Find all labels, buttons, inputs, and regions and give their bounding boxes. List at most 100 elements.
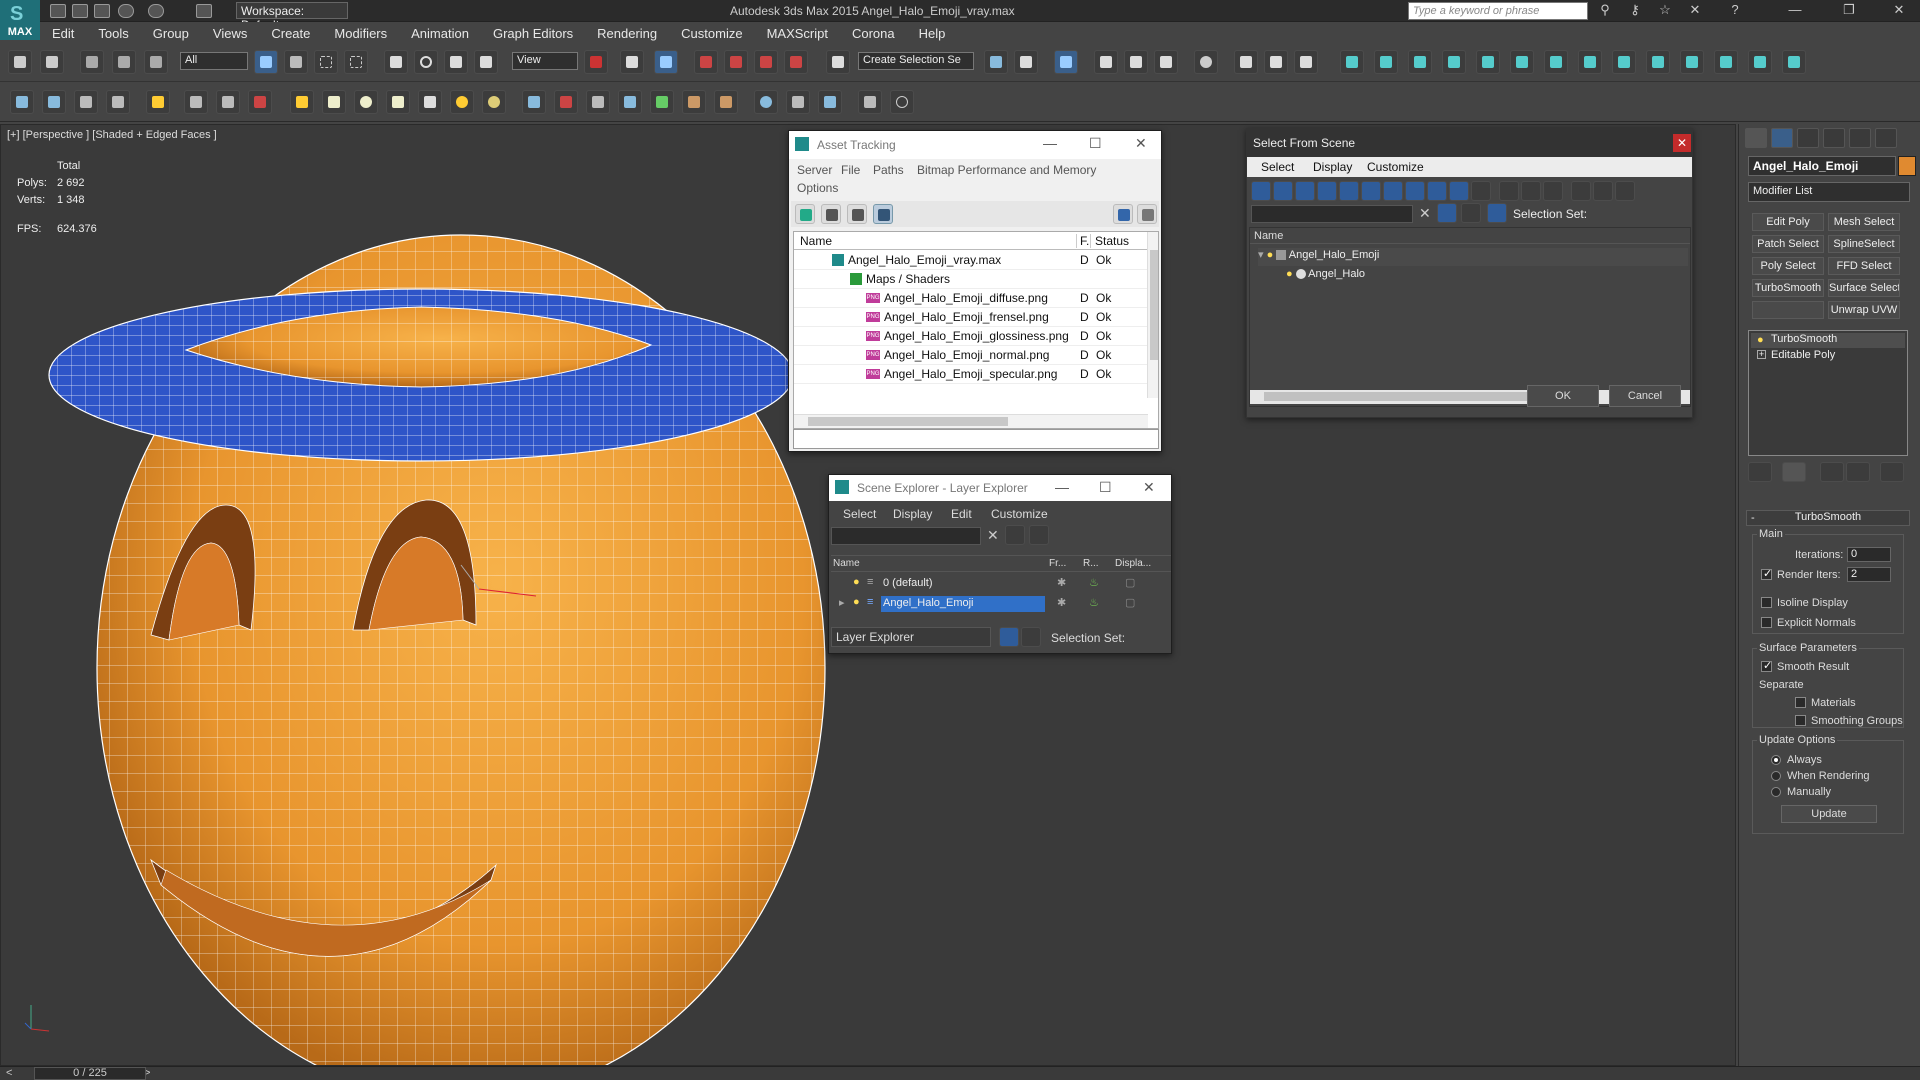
link-icon[interactable] [80, 50, 104, 74]
asset-path-field[interactable] [793, 429, 1159, 449]
menu-edit[interactable]: Edit [40, 26, 86, 41]
horizontal-scrollbar[interactable] [794, 414, 1148, 428]
unwrap-uvw-button[interactable]: Unwrap UVW [1828, 301, 1900, 319]
hierarchy-icon[interactable] [1487, 203, 1507, 223]
table-view-icon[interactable] [873, 204, 893, 224]
spinner-snap-icon[interactable] [784, 50, 808, 74]
turbosmooth-button[interactable]: TurboSmooth [1752, 279, 1824, 297]
explicit-normals-checkbox[interactable] [1761, 617, 1772, 628]
menu-animation[interactable]: Animation [399, 26, 481, 41]
update-manually-radio[interactable] [1771, 787, 1781, 797]
material-editor-icon[interactable] [1194, 50, 1218, 74]
menu-graph-editors[interactable]: Graph Editors [481, 26, 585, 41]
menu-rendering[interactable]: Rendering [585, 26, 669, 41]
snaps-toggle-icon[interactable] [694, 50, 718, 74]
sfs-col-name[interactable]: Name [1250, 228, 1690, 244]
favorites-star-icon[interactable]: ☆ [1650, 2, 1680, 20]
object-name-field[interactable]: Angel_Halo_Emoji [1748, 156, 1896, 176]
menu-views[interactable]: Views [201, 26, 259, 41]
tree-view-icon[interactable] [847, 204, 867, 224]
bind-space-warp-icon[interactable] [144, 50, 168, 74]
vray-fur-icon[interactable] [1408, 50, 1432, 74]
vray-sun-icon[interactable] [1374, 50, 1398, 74]
list-view-icon[interactable] [821, 204, 841, 224]
modify-tab-icon[interactable] [1771, 128, 1793, 148]
close-button[interactable]: ✕ [1135, 135, 1147, 152]
tree-item-angel-halo[interactable]: ● Angel_Halo [1286, 268, 1688, 286]
binoculars-icon[interactable]: ⚲ [1590, 2, 1620, 20]
sfs-menu-display[interactable]: Display [1313, 160, 1352, 174]
corona-sphere-icon[interactable] [354, 90, 378, 114]
align-icon[interactable] [1014, 50, 1038, 74]
vray-light-icon[interactable] [1340, 50, 1364, 74]
minimize-window-button[interactable]: — [1780, 2, 1810, 20]
corona-ipr-icon[interactable] [42, 90, 66, 114]
vray-dome-icon[interactable] [1714, 50, 1738, 74]
col-f[interactable]: F. [1076, 234, 1089, 248]
save-file-icon[interactable] [94, 4, 110, 18]
filter-frozen-icon[interactable] [1471, 181, 1491, 201]
corona-material-icon[interactable] [554, 90, 578, 114]
select-and-move-icon[interactable] [384, 50, 408, 74]
menu-create[interactable]: Create [259, 26, 322, 41]
at-menu-server[interactable]: Server [797, 163, 832, 177]
new-layer-icon[interactable] [1005, 525, 1025, 545]
redo-icon[interactable] [148, 4, 164, 18]
close-window-button[interactable]: ✕ [1884, 2, 1914, 20]
corona-shell-icon[interactable] [714, 90, 738, 114]
materials-checkbox[interactable] [1795, 697, 1806, 708]
vray-frame-buffer-icon[interactable] [1578, 50, 1602, 74]
smooth-result-checkbox[interactable] [1761, 659, 1772, 672]
render-iters-checkbox[interactable] [1761, 567, 1772, 580]
vray-toolbar-extra-icon[interactable] [1680, 50, 1704, 74]
vray-cube-icon[interactable] [1748, 50, 1772, 74]
light-bulb-icon[interactable]: ● [853, 576, 860, 588]
pivot-center-icon[interactable] [584, 50, 608, 74]
rendered-frame-window-icon[interactable] [1264, 50, 1288, 74]
corona-plane-icon[interactable] [322, 90, 346, 114]
explorer-type-dropdown[interactable]: Layer Explorer [831, 627, 991, 647]
stack-item-turbosmooth[interactable]: ● TurboSmooth [1751, 333, 1905, 348]
layer-mode-icon[interactable] [999, 627, 1019, 647]
asset-row[interactable]: PNG Angel_Halo_Emoji_specular.png D Ok [794, 365, 1148, 384]
at-menu-options[interactable]: Options [797, 181, 838, 195]
mirror-icon[interactable] [984, 50, 1008, 74]
at-menu-file[interactable]: File [841, 163, 860, 177]
object-color-swatch[interactable] [1898, 156, 1916, 176]
render-teapot-icon[interactable]: ♨ [1089, 576, 1099, 589]
utilities-tab-icon[interactable] [1875, 128, 1897, 148]
key-icon[interactable]: ⚷ [1620, 2, 1650, 20]
at-menu-paths[interactable]: Paths [873, 163, 904, 177]
select-and-rotate-icon[interactable] [414, 50, 438, 74]
layer-icon[interactable] [1461, 203, 1481, 223]
collapse-icon[interactable] [1615, 181, 1635, 201]
select-all-icon[interactable] [1499, 181, 1519, 201]
corona-light-icon[interactable] [146, 90, 170, 114]
render-iters-spinner[interactable]: 2 [1847, 567, 1891, 582]
filter-xrefs-icon[interactable] [1405, 181, 1425, 201]
cancel-button[interactable]: Cancel [1609, 385, 1681, 407]
corona-sky-icon[interactable] [482, 90, 506, 114]
restore-window-button[interactable]: ❐ [1834, 2, 1864, 20]
spline-select-button[interactable]: SplineSelect [1828, 235, 1900, 253]
corona-box-icon[interactable] [290, 90, 314, 114]
app-logo-button[interactable]: S MAX [0, 0, 40, 40]
at-help-icon[interactable] [1113, 204, 1133, 224]
corona-converter-icon[interactable] [786, 90, 810, 114]
angle-snap-icon[interactable] [724, 50, 748, 74]
display-cube-icon[interactable]: ▢ [1125, 576, 1135, 589]
corona-camera-icon[interactable] [184, 90, 208, 114]
rectangular-selection-icon[interactable] [314, 50, 338, 74]
asset-row[interactable]: Angel_Halo_Emoji_vray.max D Ok [794, 251, 1148, 270]
corona-sphere-material-icon[interactable] [754, 90, 778, 114]
percent-snap-icon[interactable] [754, 50, 778, 74]
select-none-icon[interactable] [1521, 181, 1541, 201]
open-file-icon[interactable] [72, 4, 88, 18]
corona-tools-icon[interactable] [858, 90, 882, 114]
ok-button[interactable]: OK [1527, 385, 1599, 407]
render-teapot-icon[interactable]: ♨ [1089, 596, 1099, 609]
prev-frame-icon[interactable]: < [6, 1067, 12, 1079]
frame-counter[interactable]: 0 / 225 [34, 1067, 146, 1080]
filter-lights-icon[interactable] [1295, 181, 1315, 201]
surface-select-button[interactable]: Surface Select [1828, 279, 1900, 297]
